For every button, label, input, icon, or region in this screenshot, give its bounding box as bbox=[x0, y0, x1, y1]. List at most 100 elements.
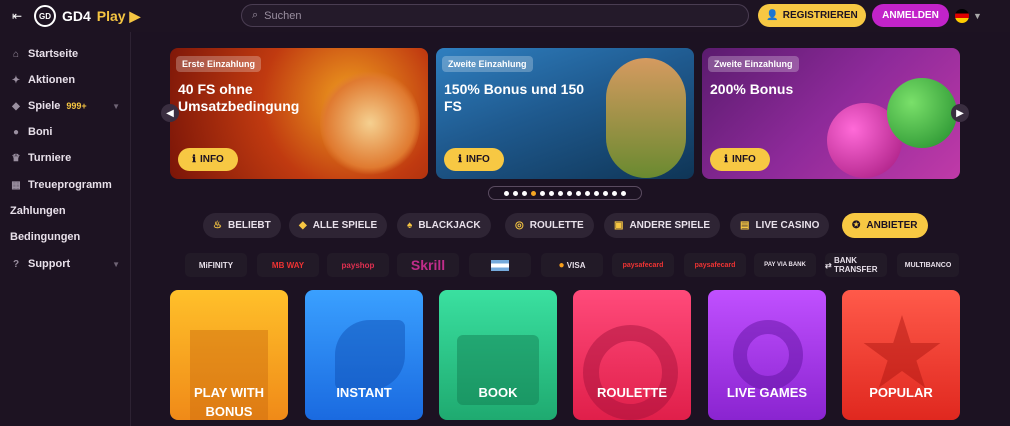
sidebar-item-spiele[interactable]: ◆ Spiele 999+ ▼ bbox=[10, 97, 122, 115]
sidebar-item-support[interactable]: ? Support ▼ bbox=[10, 255, 122, 273]
tile-instant[interactable]: INSTANT bbox=[305, 290, 423, 420]
pill-label: LIVE CASINO bbox=[755, 220, 820, 231]
top-header: ⇤ GD GD4 Play ▶ ⌕ 👤 REGISTRIEREN ANMELDE… bbox=[0, 0, 1010, 32]
tile-label: BOOK bbox=[478, 385, 518, 400]
roulette-icon bbox=[583, 325, 678, 420]
category-live-casino[interactable]: ▤ LIVE CASINO bbox=[730, 213, 830, 238]
tile-book[interactable]: BOOK bbox=[439, 290, 557, 420]
category-roulette[interactable]: ◎ ROULETTE bbox=[505, 213, 594, 238]
grid-icon: ▣ bbox=[614, 220, 624, 231]
sidebar-item-turniere[interactable]: ♛ Turniere bbox=[10, 149, 122, 167]
sidebar-item-startseite[interactable]: ⌂ Startseite bbox=[10, 45, 122, 63]
carousel-dot[interactable] bbox=[585, 190, 590, 196]
tile-roulette[interactable]: ROULETTE bbox=[573, 290, 691, 420]
search-input[interactable] bbox=[264, 9, 725, 22]
logo-mark-icon: GD bbox=[34, 5, 56, 27]
carousel-pagination[interactable] bbox=[488, 186, 642, 200]
compass-icon: ✪ bbox=[852, 220, 861, 231]
sidebar-item-zahlungen[interactable]: Zahlungen bbox=[10, 202, 122, 220]
carousel-prev-arrow-icon[interactable]: ◀ bbox=[161, 104, 179, 122]
sidebar-collapse-icon[interactable]: ⇤ bbox=[8, 7, 26, 25]
payment-logo-pay-via-bank: PAY VIA BANK bbox=[754, 253, 816, 277]
help-icon: ? bbox=[12, 258, 20, 270]
carousel-dot[interactable] bbox=[621, 190, 626, 196]
pill-label: ANDERE SPIELE bbox=[629, 220, 711, 231]
payment-logo-skrill: Skrill bbox=[397, 253, 459, 277]
carousel-dot[interactable] bbox=[531, 190, 536, 196]
sidebar-item-treueprogramm[interactable]: ▦ Treueprogramm bbox=[10, 176, 122, 194]
category-alle-spiele[interactable]: ◆ ALLE SPIELE bbox=[289, 213, 388, 238]
payment-label: payshop bbox=[341, 260, 375, 270]
login-button[interactable]: ANMELDEN bbox=[872, 4, 949, 27]
carousel-dot[interactable] bbox=[504, 190, 509, 196]
payment-logo-paysafecard: paysafecard bbox=[684, 253, 746, 277]
category-blackjack[interactable]: ♠ BLACKJACK bbox=[397, 213, 491, 238]
category-beliebt[interactable]: ♨ BELIEBT bbox=[203, 213, 281, 238]
tile-label: PLAY WITH BONUS bbox=[193, 385, 265, 419]
tile-play-with-bonus[interactable]: PLAY WITH BONUS bbox=[170, 290, 288, 420]
info-icon: ℹ bbox=[192, 154, 196, 165]
sidebar-item-label: Aktionen bbox=[28, 74, 76, 86]
category-anbieter[interactable]: ✪ ANBIETER bbox=[842, 213, 928, 238]
rocket-icon bbox=[335, 320, 405, 390]
webcam-icon bbox=[733, 320, 803, 390]
carousel-next-arrow-icon[interactable]: ▶ bbox=[951, 104, 969, 122]
carousel-dot[interactable] bbox=[594, 190, 599, 196]
sidebar-item-aktionen[interactable]: ✦ Aktionen bbox=[10, 71, 122, 89]
register-button[interactable]: 👤 REGISTRIEREN bbox=[758, 4, 866, 27]
category-andere-spiele[interactable]: ▣ ANDERE SPIELE bbox=[604, 213, 721, 238]
tile-label: LIVE GAMES bbox=[726, 385, 808, 400]
logo[interactable]: GD GD4 Play ▶ bbox=[34, 4, 140, 28]
carousel-dot[interactable] bbox=[513, 190, 518, 196]
tile-live-games[interactable]: LIVE GAMES bbox=[708, 290, 826, 420]
login-label: ANMELDEN bbox=[882, 10, 939, 21]
language-selector[interactable]: ▼ bbox=[955, 5, 991, 26]
sidebar-item-label: Spiele bbox=[28, 100, 61, 112]
bank-transfer-icon: ⇄ bbox=[825, 260, 832, 270]
banner-tag: Zweite Einzahlung bbox=[442, 56, 533, 72]
payment-label: paysafecard bbox=[622, 261, 664, 269]
info-button[interactable]: ℹ INFO bbox=[710, 148, 770, 171]
carousel-dot[interactable] bbox=[603, 190, 608, 196]
chevron-down-icon[interactable]: ▼ bbox=[112, 102, 120, 111]
payment-logo-mifinity: MiFINITY bbox=[185, 253, 247, 277]
pill-label: BELIEBT bbox=[227, 220, 271, 231]
sidebar-item-label: Treueprogramm bbox=[28, 179, 112, 191]
trophy-icon: ♛ bbox=[11, 152, 21, 164]
games-count-badge: 999+ bbox=[66, 101, 87, 111]
gamepad-icon: ◆ bbox=[12, 100, 20, 112]
loyalty-icon: ▦ bbox=[11, 179, 21, 191]
payment-logo-payshop: payshop bbox=[327, 253, 389, 277]
spade-icon: ♠ bbox=[407, 220, 413, 231]
pill-label: ANBIETER bbox=[866, 220, 918, 231]
carousel-dot[interactable] bbox=[576, 190, 581, 196]
register-label: REGISTRIEREN bbox=[782, 10, 858, 21]
brand-name: GD4 bbox=[62, 8, 91, 24]
promo-banner[interactable]: Zweite Einzahlung 200% Bonus ℹ INFO bbox=[702, 48, 960, 179]
payment-label: MiFINITY bbox=[198, 260, 234, 270]
promo-banner[interactable]: Erste Einzahlung 40 FS ohne Umsatzbeding… bbox=[170, 48, 428, 179]
info-button[interactable]: ℹ INFO bbox=[444, 148, 504, 171]
info-button[interactable]: ℹ INFO bbox=[178, 148, 238, 171]
search-bar[interactable]: ⌕ bbox=[241, 4, 749, 27]
promo-banner[interactable]: Zweite Einzahlung 150% Bonus und 150 FS … bbox=[436, 48, 694, 179]
carousel-dot[interactable] bbox=[612, 190, 617, 196]
tile-popular[interactable]: POPULAR bbox=[842, 290, 960, 420]
carousel-dot[interactable] bbox=[522, 190, 527, 196]
megaphone-icon: ✦ bbox=[11, 74, 21, 86]
carousel-dot[interactable] bbox=[558, 190, 563, 196]
banner-title: 150% Bonus und 150 FS bbox=[444, 81, 585, 114]
payment-label: Skrill bbox=[410, 257, 446, 273]
tile-label: POPULAR bbox=[869, 385, 933, 400]
chevron-down-icon[interactable]: ▼ bbox=[112, 260, 120, 269]
info-icon: ℹ bbox=[458, 154, 462, 165]
sidebar-item-boni[interactable]: ● Boni bbox=[10, 123, 122, 141]
carousel-dot[interactable] bbox=[567, 190, 572, 196]
pill-label: ALLE SPIELE bbox=[312, 220, 378, 231]
sidebar-item-label: Boni bbox=[28, 126, 53, 138]
carousel-dot[interactable] bbox=[549, 190, 554, 196]
carousel-dot[interactable] bbox=[540, 190, 545, 196]
info-icon: ℹ bbox=[724, 154, 728, 165]
user-plus-icon: 👤 bbox=[766, 10, 779, 21]
sidebar-item-bedingungen[interactable]: Bedingungen bbox=[10, 228, 122, 246]
